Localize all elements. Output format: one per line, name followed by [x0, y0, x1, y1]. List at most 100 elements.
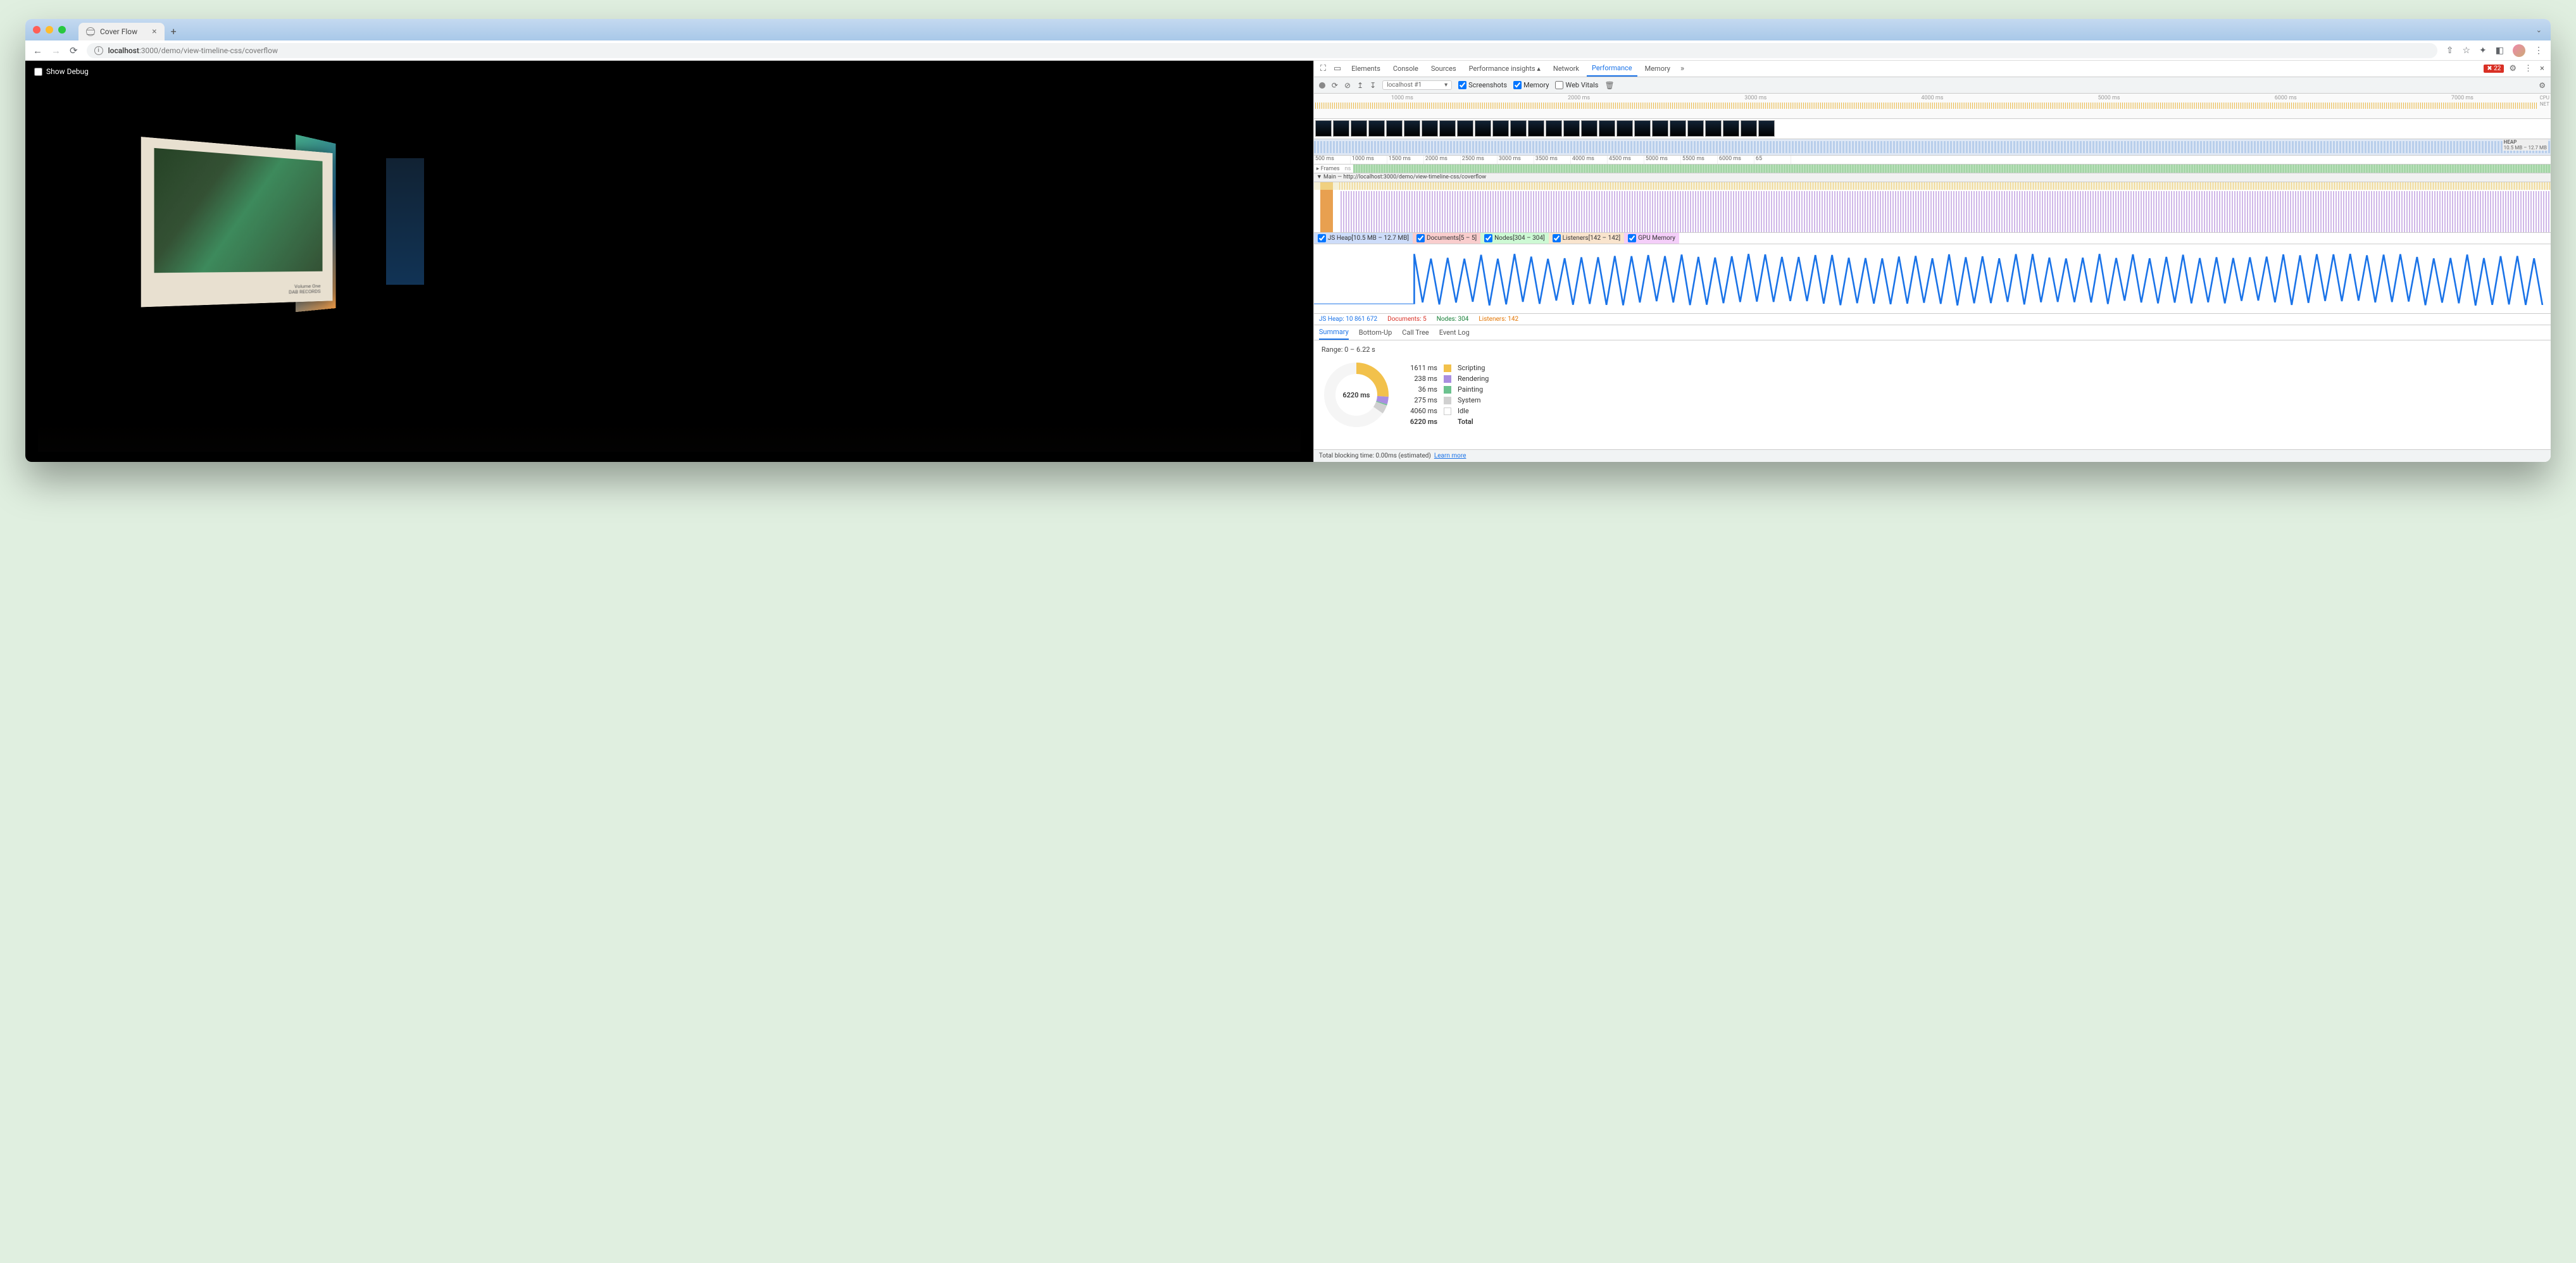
bookmark-icon[interactable]: ☆ — [2462, 46, 2470, 56]
filmstrip-thumb[interactable] — [1616, 120, 1633, 137]
filmstrip-thumb[interactable] — [1368, 120, 1385, 137]
tab-console[interactable]: Console — [1388, 61, 1423, 77]
overview-labels: CPU NET — [2540, 95, 2549, 107]
maximize-icon[interactable] — [58, 26, 66, 34]
filmstrip-thumb[interactable] — [1351, 120, 1367, 137]
stat-documents: Documents: 5 — [1387, 316, 1427, 323]
profile-avatar[interactable] — [2513, 44, 2525, 57]
listeners-toggle[interactable]: Listeners[142 – 142] — [1549, 233, 1624, 244]
filmstrip[interactable] — [1314, 119, 2551, 139]
error-badge[interactable]: ✖ 22 — [2484, 65, 2504, 73]
site-info-icon[interactable]: i — [94, 46, 103, 55]
gear-icon[interactable]: ⚙ — [2506, 64, 2519, 73]
minimize-icon[interactable] — [46, 26, 53, 34]
tab-sources[interactable]: Sources — [1426, 61, 1461, 77]
close-tab-icon[interactable]: × — [152, 27, 156, 37]
filmstrip-thumb[interactable] — [1687, 120, 1704, 137]
kebab-icon[interactable]: ⋮ — [2522, 64, 2535, 73]
timeline-ruler[interactable]: 500 ms1000 ms1500 ms2000 ms2500 ms3000 m… — [1314, 156, 2551, 165]
show-debug-checkbox[interactable] — [34, 68, 42, 76]
menu-icon[interactable]: ⋮ — [2534, 46, 2543, 56]
filmstrip-thumb[interactable] — [1333, 120, 1349, 137]
overview-ruler[interactable]: 1000 ms 2000 ms 3000 ms 4000 ms 5000 ms … — [1314, 94, 2551, 119]
share-icon[interactable]: ⇧ — [2446, 46, 2454, 56]
filmstrip-thumb[interactable] — [1546, 120, 1562, 137]
reload-icon[interactable]: ⟳ — [70, 45, 78, 56]
reflection — [38, 421, 1301, 452]
filmstrip-thumb[interactable] — [1457, 120, 1473, 137]
filmstrip-thumb[interactable] — [1741, 120, 1757, 137]
url-host: localhost — [108, 46, 139, 55]
subtab-calltree[interactable]: Call Tree — [1402, 326, 1429, 339]
filmstrip-thumb[interactable] — [1723, 120, 1739, 137]
tab-memory[interactable]: Memory — [1640, 61, 1675, 77]
sidepanel-icon[interactable]: ◧ — [2496, 46, 2504, 56]
filmstrip-thumb[interactable] — [1634, 120, 1651, 137]
url-bar: ← → ⟳ i localhost:3000/demo/view-timelin… — [25, 40, 2551, 61]
clear-icon[interactable]: ⊘ — [1344, 81, 1351, 90]
filmstrip-thumb[interactable] — [1422, 120, 1438, 137]
record-icon[interactable] — [1319, 82, 1325, 89]
album-card[interactable] — [386, 158, 424, 285]
device-icon[interactable]: ▭ — [1331, 64, 1344, 73]
devtools: ⛶ ▭ Elements Console Sources Performance… — [1313, 61, 2551, 462]
memory-toggle[interactable]: Memory — [1513, 81, 1549, 89]
close-icon[interactable] — [33, 26, 41, 34]
gear-icon[interactable]: ⚙ — [2539, 81, 2546, 90]
back-icon[interactable]: ← — [33, 45, 42, 56]
address-bar[interactable]: i localhost:3000/demo/view-timeline-css/… — [87, 43, 2437, 58]
forward-icon[interactable]: → — [51, 45, 61, 56]
download-icon[interactable]: ↧ — [1370, 81, 1376, 90]
filmstrip-thumb[interactable] — [1404, 120, 1420, 137]
more-tabs-icon[interactable]: » — [1678, 64, 1687, 73]
filmstrip-thumb[interactable] — [1528, 120, 1544, 137]
memory-chart[interactable] — [1314, 244, 2551, 314]
webvitals-toggle[interactable]: Web Vitals — [1555, 81, 1598, 89]
main-thread-label[interactable]: ▼ Main — http://localhost:3000/demo/view… — [1314, 173, 2551, 182]
trash-icon[interactable]: 🗑 — [1604, 81, 1614, 90]
album-card-front[interactable]: Volume One DAB RECORDS — [141, 137, 333, 307]
flame-chart[interactable] — [1314, 182, 2551, 233]
jsheap-toggle[interactable]: JS Heap[10.5 MB – 12.7 MB] — [1314, 233, 1413, 244]
filmstrip-thumb[interactable] — [1581, 120, 1597, 137]
screenshots-toggle[interactable]: Screenshots — [1458, 81, 1507, 89]
nodes-toggle[interactable]: Nodes[304 – 304] — [1480, 233, 1549, 244]
filmstrip-thumb[interactable] — [1386, 120, 1403, 137]
breakdown-table: 1611 msScripting238 msRendering36 msPain… — [1410, 364, 1489, 426]
upload-icon[interactable]: ↥ — [1357, 81, 1363, 90]
filmstrip-thumb[interactable] — [1563, 120, 1580, 137]
documents-toggle[interactable]: Documents[5 – 5] — [1413, 233, 1480, 244]
subtab-eventlog[interactable]: Event Log — [1439, 326, 1470, 339]
close-devtools-icon[interactable]: × — [2537, 64, 2547, 73]
tab-perf-insights[interactable]: Performance insights ▴ — [1464, 61, 1546, 77]
filmstrip-thumb[interactable] — [1492, 120, 1509, 137]
extensions-icon[interactable]: ✦ — [2479, 46, 2487, 56]
gpu-toggle[interactable]: GPU Memory — [1624, 233, 1679, 244]
new-tab-button[interactable]: + — [171, 25, 177, 37]
tab-performance[interactable]: Performance — [1587, 61, 1637, 77]
filmstrip-thumb[interactable] — [1652, 120, 1668, 137]
filmstrip-thumb[interactable] — [1315, 120, 1332, 137]
browser-tab[interactable]: Cover Flow × — [78, 23, 165, 40]
filmstrip-thumb[interactable] — [1510, 120, 1527, 137]
heap-overview[interactable]: HEAP10.5 MB – 12.7 MB — [1314, 139, 2551, 156]
filmstrip-thumb[interactable] — [1705, 120, 1722, 137]
tab-network[interactable]: Network — [1548, 61, 1584, 77]
heap-label: HEAP10.5 MB – 12.7 MB — [2503, 139, 2548, 151]
reload-record-icon[interactable]: ⟳ — [1332, 81, 1338, 90]
frames-track[interactable]: ▸ Frames ns — [1314, 165, 2551, 173]
tabs-overflow-icon[interactable]: ⌄ — [2536, 26, 2542, 34]
filmstrip-thumb[interactable] — [1599, 120, 1615, 137]
inspect-icon[interactable]: ⛶ — [1318, 64, 1329, 73]
profile-dropdown[interactable]: localhost #1▾ — [1382, 80, 1452, 90]
filmstrip-thumb[interactable] — [1439, 120, 1456, 137]
filmstrip-thumb[interactable] — [1670, 120, 1686, 137]
coverflow-stage[interactable]: Volume One DAB RECORDS — [38, 133, 1301, 449]
subtab-summary[interactable]: Summary — [1319, 325, 1349, 340]
subtab-bottomup[interactable]: Bottom-Up — [1359, 326, 1392, 339]
learn-more-link[interactable]: Learn more — [1434, 452, 1466, 459]
tab-elements[interactable]: Elements — [1346, 61, 1385, 77]
stat-nodes: Nodes: 304 — [1437, 316, 1469, 323]
filmstrip-thumb[interactable] — [1475, 120, 1491, 137]
filmstrip-thumb[interactable] — [1758, 120, 1775, 137]
